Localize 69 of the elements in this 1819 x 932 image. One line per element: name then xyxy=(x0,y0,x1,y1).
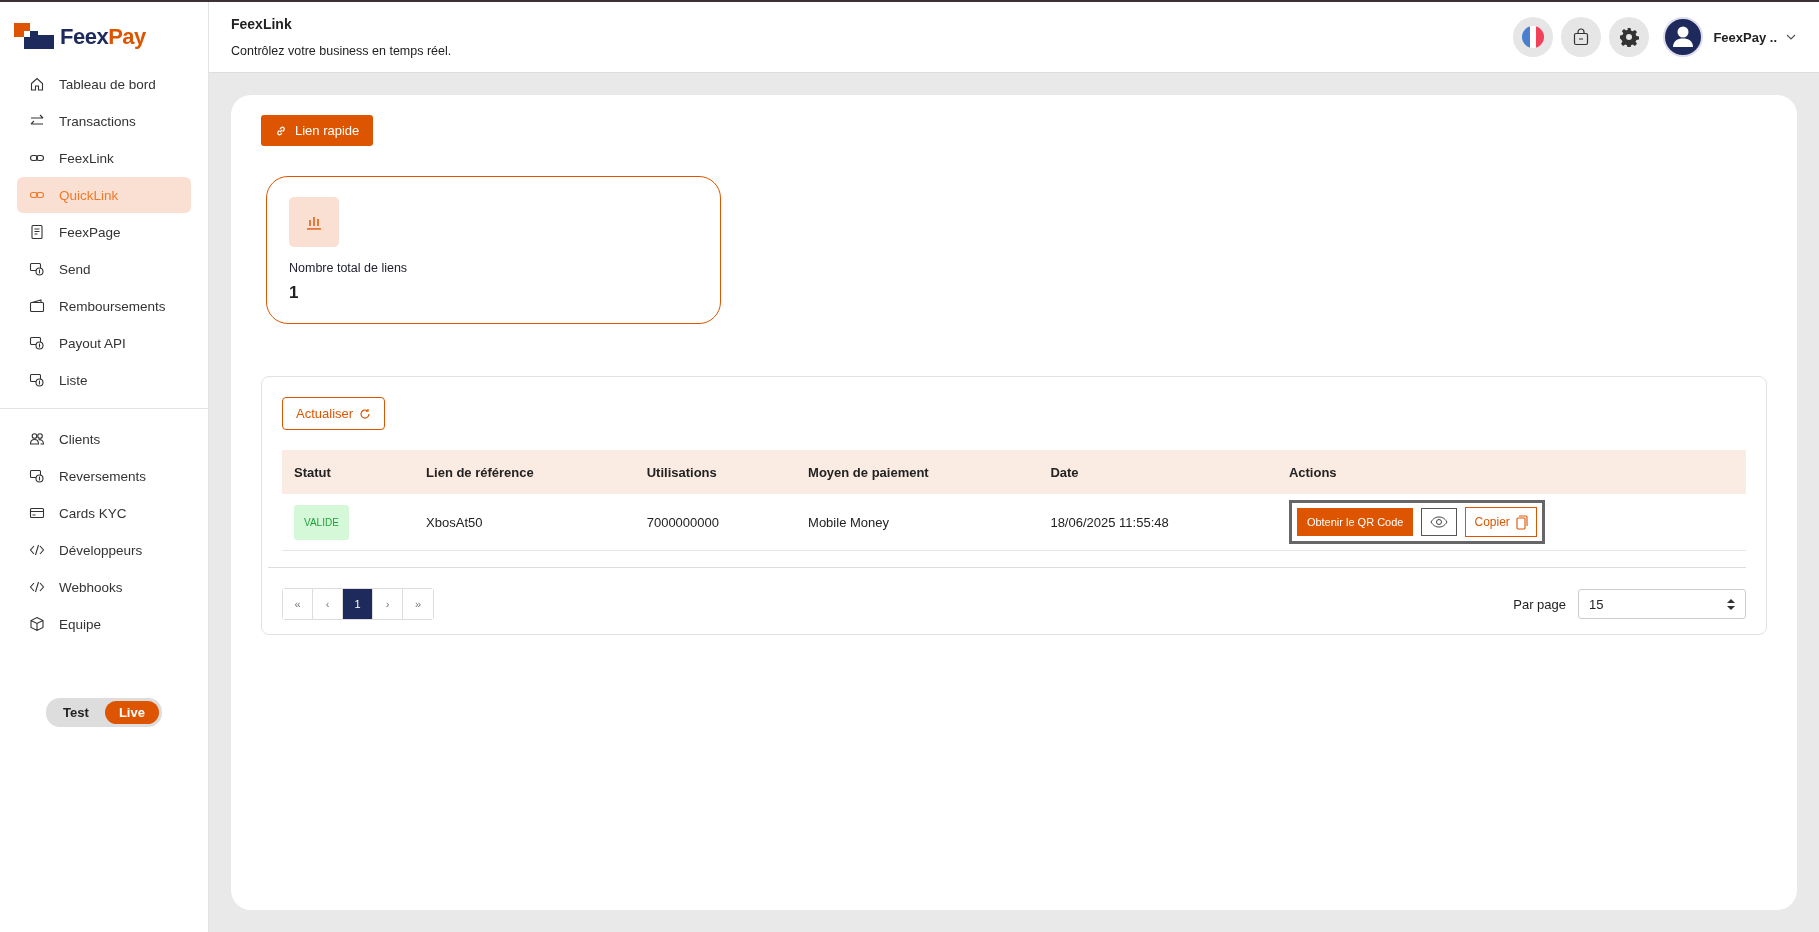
home-icon xyxy=(29,76,45,92)
sidebar-item[interactable]: Développeurs xyxy=(17,532,191,568)
column-header: Actions xyxy=(1276,450,1746,494)
copy-icon xyxy=(1515,514,1528,530)
sidebar-item[interactable]: Transactions xyxy=(17,103,191,139)
sidebar-item[interactable]: Reversements xyxy=(17,458,191,494)
avatar-icon[interactable] xyxy=(1663,17,1704,57)
code-icon xyxy=(29,542,45,558)
logo-icon xyxy=(14,23,54,51)
refresh-button[interactable]: Actualiser xyxy=(282,397,386,430)
wallet-icon xyxy=(29,298,45,314)
stat-value: 1 xyxy=(289,283,300,303)
table-cell: Mobile Money xyxy=(796,494,1039,551)
money-icon xyxy=(29,335,45,351)
money-icon xyxy=(29,468,45,484)
column-header: Date xyxy=(1038,450,1277,494)
mode-toggle[interactable]: Test Live xyxy=(46,698,162,727)
column-header: Moyen de paiement xyxy=(796,450,1039,494)
sidebar-item[interactable]: Cards KYC xyxy=(17,495,191,531)
mode-option[interactable]: Test xyxy=(49,701,103,724)
page-button[interactable]: 1 xyxy=(343,589,373,619)
sidebar-item[interactable]: Payout API xyxy=(17,325,191,361)
column-header: Lien de référence xyxy=(414,450,635,494)
document-icon xyxy=(29,224,45,240)
eye-icon xyxy=(1430,516,1449,528)
people-icon xyxy=(29,431,45,447)
view-button[interactable] xyxy=(1421,508,1458,536)
sidebar-item[interactable]: FeexPage xyxy=(17,214,191,250)
page-subtitle: Contrôlez votre business en temps réel. xyxy=(231,44,453,58)
code-icon xyxy=(29,579,45,595)
sidebar-item[interactable]: Send xyxy=(17,251,191,287)
status-badge: VALIDE xyxy=(294,504,349,540)
sidebar-item[interactable]: Webhooks xyxy=(17,569,191,605)
table-cell: 7000000000 xyxy=(634,494,797,551)
money-icon xyxy=(29,372,45,388)
bag-icon xyxy=(1573,28,1590,46)
qr-code-button[interactable]: Obtenir le QR Code xyxy=(1296,508,1414,536)
shop-button[interactable] xyxy=(1561,17,1602,57)
per-page-label: Par page xyxy=(1513,596,1566,612)
refresh-icon xyxy=(359,407,372,420)
sidebar-item[interactable]: Tableau de bord xyxy=(17,66,191,102)
french-flag-icon xyxy=(1522,26,1545,48)
brand-name: FeexPay xyxy=(60,24,146,50)
copy-button[interactable]: Copier xyxy=(1465,507,1537,537)
sidebar-item[interactable]: Equipe xyxy=(17,606,191,642)
quick-link-button[interactable]: Lien rapide xyxy=(261,115,374,146)
sidebar-item[interactable]: FeexLink xyxy=(17,140,191,176)
sidebar-item[interactable]: Remboursements xyxy=(17,288,191,324)
language-button[interactable] xyxy=(1513,17,1554,57)
settings-icon xyxy=(1619,27,1640,47)
chart-icon xyxy=(289,197,339,247)
page-title: FeexLink xyxy=(231,16,293,32)
column-header: Statut xyxy=(282,450,415,494)
link-icon xyxy=(275,124,287,137)
table-cell: 18/06/2025 11:55:48 xyxy=(1038,494,1277,551)
money-icon xyxy=(29,261,45,277)
per-page-select[interactable]: 15 xyxy=(1578,589,1746,619)
card-icon xyxy=(29,505,45,521)
sort-icon xyxy=(1727,598,1735,610)
page-button[interactable]: « xyxy=(283,589,313,619)
box-icon xyxy=(29,616,45,632)
sidebar-item[interactable]: Clients xyxy=(17,421,191,457)
stat-label: Nombre total de liens xyxy=(289,261,409,275)
sidebar-item[interactable]: Liste xyxy=(17,362,191,398)
mode-option[interactable]: Live xyxy=(104,701,159,724)
settings-button[interactable] xyxy=(1609,17,1650,57)
column-header: Utilisations xyxy=(634,450,797,494)
table-cell: XbosAt50 xyxy=(414,494,635,551)
user-name[interactable]: FeexPay .. xyxy=(1713,29,1777,45)
